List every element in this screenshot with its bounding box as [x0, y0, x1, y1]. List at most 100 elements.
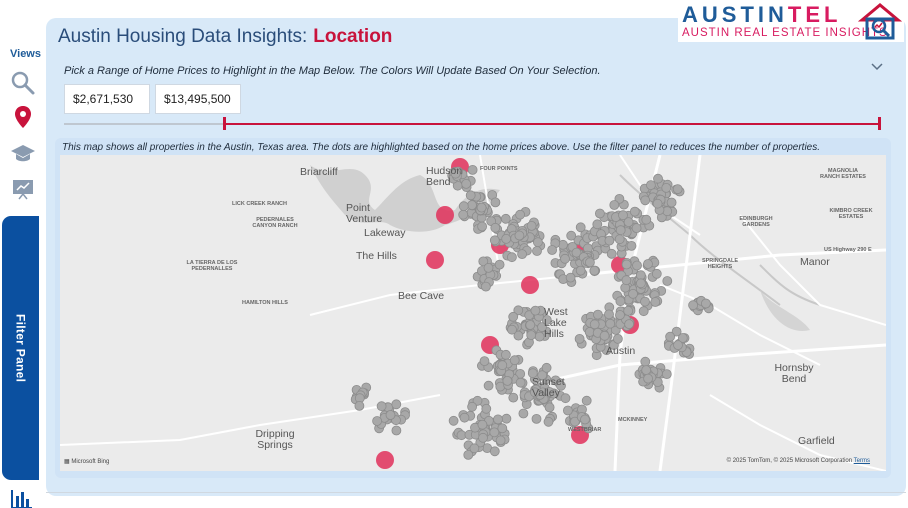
property-dot	[530, 305, 541, 316]
map-label-kimbro: KIMBRO CREEK ESTATES	[829, 208, 873, 220]
property-dot	[626, 241, 637, 251]
property-dot	[509, 355, 520, 366]
map-caption: This map shows all properties in the Aus…	[62, 142, 821, 153]
chevron-down-icon[interactable]	[870, 62, 884, 72]
property-dot	[501, 413, 512, 424]
property-dot	[480, 281, 491, 292]
property-dot	[652, 198, 663, 209]
property-dot	[495, 435, 506, 446]
max-price-input[interactable]: $13,495,500	[155, 84, 241, 114]
property-dot	[467, 401, 478, 412]
property-dot	[631, 223, 642, 233]
property-dot	[489, 446, 500, 457]
property-dot	[385, 410, 396, 420]
map-label-dripping-springs: Dripping Springs	[255, 428, 295, 451]
property-dot	[483, 380, 494, 391]
property-dot	[651, 268, 662, 279]
map-attribution-bing: ▦ Microsoft Bing	[64, 459, 110, 465]
map-label-lakeway: Lakeway	[364, 227, 406, 239]
property-dot	[508, 392, 519, 403]
property-dot	[666, 197, 677, 208]
property-dot	[599, 330, 610, 341]
presentation-icon[interactable]	[8, 174, 38, 204]
property-dot	[376, 401, 387, 412]
property-dot	[526, 330, 537, 341]
property-dot	[673, 340, 683, 351]
property-dot	[493, 414, 503, 425]
property-dot	[490, 222, 501, 233]
property-dot	[609, 200, 620, 210]
price-slider-range	[224, 123, 880, 125]
property-dot	[613, 333, 623, 344]
property-dot	[391, 425, 402, 436]
property-dot	[614, 234, 625, 245]
property-dot	[534, 331, 545, 342]
property-dot	[560, 253, 570, 264]
property-dot	[635, 270, 646, 281]
map-label-bee-cave: Bee Cave	[398, 290, 445, 302]
property-dot	[640, 296, 650, 307]
map-label-edinburgh: EDINBURGH GARDENS	[739, 216, 773, 228]
property-dot	[665, 331, 675, 342]
property-dot	[543, 416, 554, 427]
property-dot	[621, 259, 632, 270]
filter-panel-label: Filter Panel	[13, 313, 28, 383]
map-label-hamilton-hills: HAMILTON HILLS	[242, 300, 288, 306]
property-dot	[640, 195, 651, 206]
property-dot	[489, 427, 500, 438]
price-slider-min-handle[interactable]	[223, 117, 226, 130]
property-dot	[478, 432, 488, 443]
price-slider-max-handle[interactable]	[878, 117, 881, 130]
filter-instruction: Pick a Range of Home Prices to Highlight…	[64, 65, 601, 77]
map-label-sunset-valley: Sunset Valley	[532, 376, 565, 399]
property-dot	[372, 416, 383, 426]
property-dot	[592, 219, 603, 230]
min-price-input[interactable]: $2,671,530	[64, 84, 150, 114]
map-terms-link[interactable]: Terms	[854, 458, 870, 464]
map-canvas	[60, 155, 886, 471]
property-dot	[629, 206, 640, 217]
property-dot	[461, 178, 472, 189]
property-dot	[479, 356, 490, 367]
property-dot	[458, 209, 469, 220]
price-slider-track-inactive	[64, 123, 224, 125]
property-dot	[566, 230, 577, 241]
property-dot	[500, 349, 511, 360]
graduation-cap-icon[interactable]	[8, 138, 38, 168]
property-dot	[575, 222, 586, 233]
property-dot	[477, 419, 488, 430]
property-dot	[643, 373, 653, 384]
property-dot	[624, 319, 634, 330]
property-dot	[672, 184, 683, 194]
property-dot	[502, 375, 513, 386]
page-title-text: Austin Housing Data Insights:	[58, 26, 308, 47]
bar-chart-icon[interactable]	[10, 488, 34, 508]
property-dot	[585, 257, 595, 268]
austintel-logo: AUSTINTEL AUSTIN REAL ESTATE INSIGHTS	[678, 2, 904, 42]
search-icon[interactable]	[8, 68, 38, 98]
property-map[interactable]: Briarcliff Hudson Bend Point Venture Lak…	[60, 155, 886, 471]
property-dot	[605, 318, 616, 329]
map-label-briarcliff: Briarcliff	[300, 166, 338, 178]
property-dot	[489, 235, 500, 246]
map-label-westbriar: WESTBRIAR	[568, 427, 602, 433]
property-dot	[483, 263, 494, 273]
map-label-us290e: US Highway 290 E	[824, 247, 872, 253]
filter-panel-tab[interactable]: Filter Panel	[2, 216, 39, 480]
property-dot	[615, 296, 626, 307]
property-dot	[640, 356, 651, 367]
property-dot	[497, 423, 508, 434]
property-dot	[506, 252, 517, 263]
property-dot	[532, 237, 543, 248]
property-dot	[589, 319, 600, 330]
property-dot	[562, 405, 573, 416]
property-dot	[467, 200, 477, 210]
map-label-magnolia: MAGNOLIA RANCH ESTATES	[820, 168, 866, 180]
property-dot	[581, 395, 592, 406]
map-label-the-hills: The Hills	[356, 250, 397, 262]
logo-wordmark: AUSTINTEL	[682, 2, 842, 27]
location-pin-icon[interactable]	[8, 102, 38, 132]
property-dot	[501, 234, 512, 244]
property-dot	[662, 276, 673, 286]
property-dot	[459, 412, 470, 423]
